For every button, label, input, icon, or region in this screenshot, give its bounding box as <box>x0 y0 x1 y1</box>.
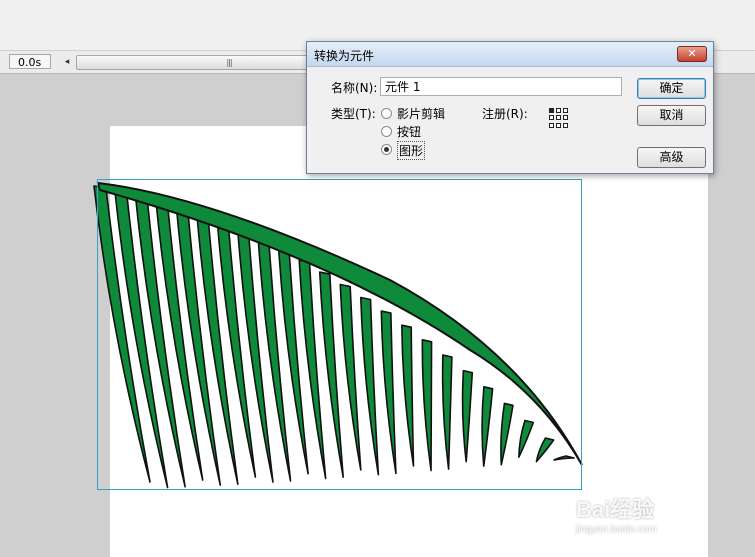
dialog-titlebar[interactable]: 转换为元件 ✕ <box>307 42 713 67</box>
registration-grid-icon[interactable] <box>549 108 569 128</box>
watermark-brand: Bai经验 <box>576 497 655 522</box>
type-label: 类型(T): <box>331 107 376 121</box>
convert-to-symbol-dialog: 转换为元件 ✕ 名称(N): 类型(T): 影片剪辑 按钮 图形 注册(R): … <box>306 41 714 174</box>
type-option-label: 按钮 <box>397 125 422 139</box>
baidu-watermark-logo: Bai经验 jingyan.baidu.com <box>576 492 716 542</box>
close-icon[interactable]: ✕ <box>677 46 707 62</box>
cancel-button[interactable]: 取消 <box>637 105 706 126</box>
radio-movieclip[interactable] <box>381 108 392 119</box>
name-label: 名称(N): <box>331 81 378 95</box>
symbol-name-input[interactable] <box>380 77 622 96</box>
selection-bounding-box <box>97 179 582 490</box>
ok-button[interactable]: 确定 <box>637 78 706 99</box>
radio-button[interactable] <box>381 126 392 137</box>
dialog-title: 转换为元件 <box>314 49 375 63</box>
type-option-label: 影片剪辑 <box>397 107 446 121</box>
advanced-button[interactable]: 高级 <box>637 147 706 168</box>
radio-graphic[interactable] <box>381 144 392 155</box>
registration-label: 注册(R): <box>482 107 528 121</box>
type-option-label: 图形 <box>397 141 426 160</box>
watermark-url: jingyan.baidu.com <box>576 524 657 535</box>
